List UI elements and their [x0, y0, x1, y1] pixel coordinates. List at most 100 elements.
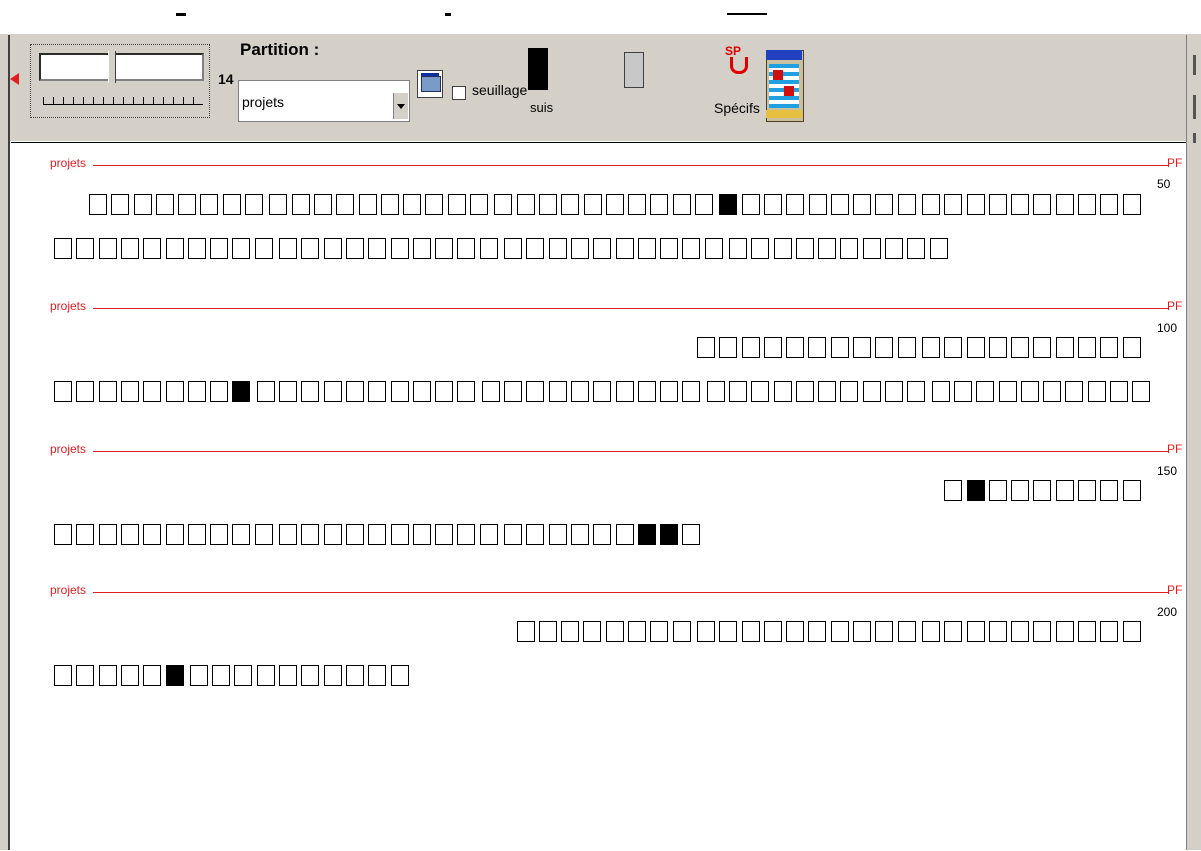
text-glyph [166, 381, 184, 402]
text-glyph [944, 194, 962, 215]
text-glyph [457, 238, 475, 259]
chevron-down-icon[interactable] [393, 93, 408, 119]
text-glyph [324, 238, 342, 259]
text-glyph [1033, 480, 1051, 501]
text-glyph [561, 194, 579, 215]
calendar-button[interactable] [766, 50, 806, 124]
text-glyph [682, 238, 700, 259]
text-glyph [922, 194, 940, 215]
zoom-slider-thumb[interactable] [108, 51, 116, 83]
text-glyph [1123, 337, 1141, 358]
zoom-slider-track[interactable] [39, 53, 204, 81]
text-glyph [54, 665, 72, 686]
specifs-button[interactable]: SP [722, 44, 752, 81]
text-glyph [774, 238, 792, 259]
text-glyph [539, 194, 557, 215]
text-glyph [188, 238, 206, 259]
text-glyph [279, 665, 297, 686]
left-frame-edge [8, 35, 10, 850]
text-glyph [561, 621, 579, 642]
text-glyph [907, 238, 925, 259]
text-glyph [682, 381, 700, 402]
suis-color-swatch[interactable] [528, 48, 548, 90]
text-glyph [232, 524, 250, 545]
text-glyph [751, 381, 769, 402]
section-pf-label: PF [1167, 583, 1183, 597]
text-glyph [368, 665, 386, 686]
text-glyph [638, 238, 656, 259]
text-glyph [257, 665, 275, 686]
text-glyph [391, 238, 409, 259]
text-glyph [76, 238, 94, 259]
text-glyph [638, 381, 656, 402]
text-glyph [907, 381, 925, 402]
partition-label: Partition : [240, 40, 320, 59]
text-glyph [932, 381, 950, 402]
text-glyph [210, 238, 228, 259]
text-glyph [359, 194, 377, 215]
text-glyph [764, 194, 782, 215]
calendar-binding [766, 110, 802, 118]
gray-color-swatch[interactable] [624, 52, 644, 88]
text-glyph [1110, 381, 1128, 402]
text-glyph [212, 665, 230, 686]
text-glyph [831, 337, 849, 358]
text-glyph [989, 337, 1007, 358]
text-glyph [954, 381, 972, 402]
text-glyph [719, 194, 737, 215]
text-glyph [1132, 381, 1150, 402]
text-glyph [99, 238, 117, 259]
text-glyph [976, 381, 994, 402]
text-glyph [448, 194, 466, 215]
zoom-value: 14 [218, 71, 234, 87]
text-glyph [457, 381, 475, 402]
text-glyph [650, 194, 668, 215]
text-glyph [751, 238, 769, 259]
text-glyph [255, 524, 273, 545]
title-fragment [727, 13, 767, 15]
text-glyph [885, 238, 903, 259]
text-glyph [413, 381, 431, 402]
partition-select[interactable]: projets [238, 80, 410, 122]
text-glyph [143, 524, 161, 545]
text-glyph [1078, 337, 1096, 358]
zoom-slider[interactable] [30, 44, 210, 118]
text-glyph [616, 381, 634, 402]
scroll-tick [1193, 95, 1196, 119]
text-glyph [292, 194, 310, 215]
title-strip [0, 0, 1201, 35]
text-glyph [660, 524, 678, 545]
text-glyph [324, 665, 342, 686]
score-view[interactable]: projets PF 50 projets PF 100 projets PF … [11, 142, 1186, 851]
text-glyph [425, 194, 443, 215]
text-glyph [54, 238, 72, 259]
text-glyph [494, 194, 512, 215]
text-glyph [863, 381, 881, 402]
text-glyph [178, 194, 196, 215]
text-glyph [279, 238, 297, 259]
text-glyph [1011, 621, 1029, 642]
text-glyph [840, 238, 858, 259]
right-scroll-strip[interactable] [1186, 35, 1201, 850]
section-pf-label: PF [1167, 442, 1183, 456]
text-glyph [517, 194, 535, 215]
text-glyph [1043, 381, 1061, 402]
text-glyph [210, 524, 228, 545]
text-glyph [571, 524, 589, 545]
section-label: projets [50, 156, 87, 170]
text-glyph [571, 238, 589, 259]
text-glyph [774, 381, 792, 402]
text-glyph [1011, 480, 1029, 501]
text-glyph [210, 381, 228, 402]
seuillage-checkbox[interactable] [452, 86, 466, 100]
hook-icon [730, 57, 748, 74]
text-glyph [967, 621, 985, 642]
text-glyph [898, 337, 916, 358]
text-glyph [1123, 194, 1141, 215]
window-view-button[interactable] [417, 70, 443, 98]
text-glyph [898, 621, 916, 642]
text-glyph [660, 381, 678, 402]
section-count: 100 [1157, 321, 1178, 335]
text-glyph [89, 194, 107, 215]
text-glyph [470, 194, 488, 215]
